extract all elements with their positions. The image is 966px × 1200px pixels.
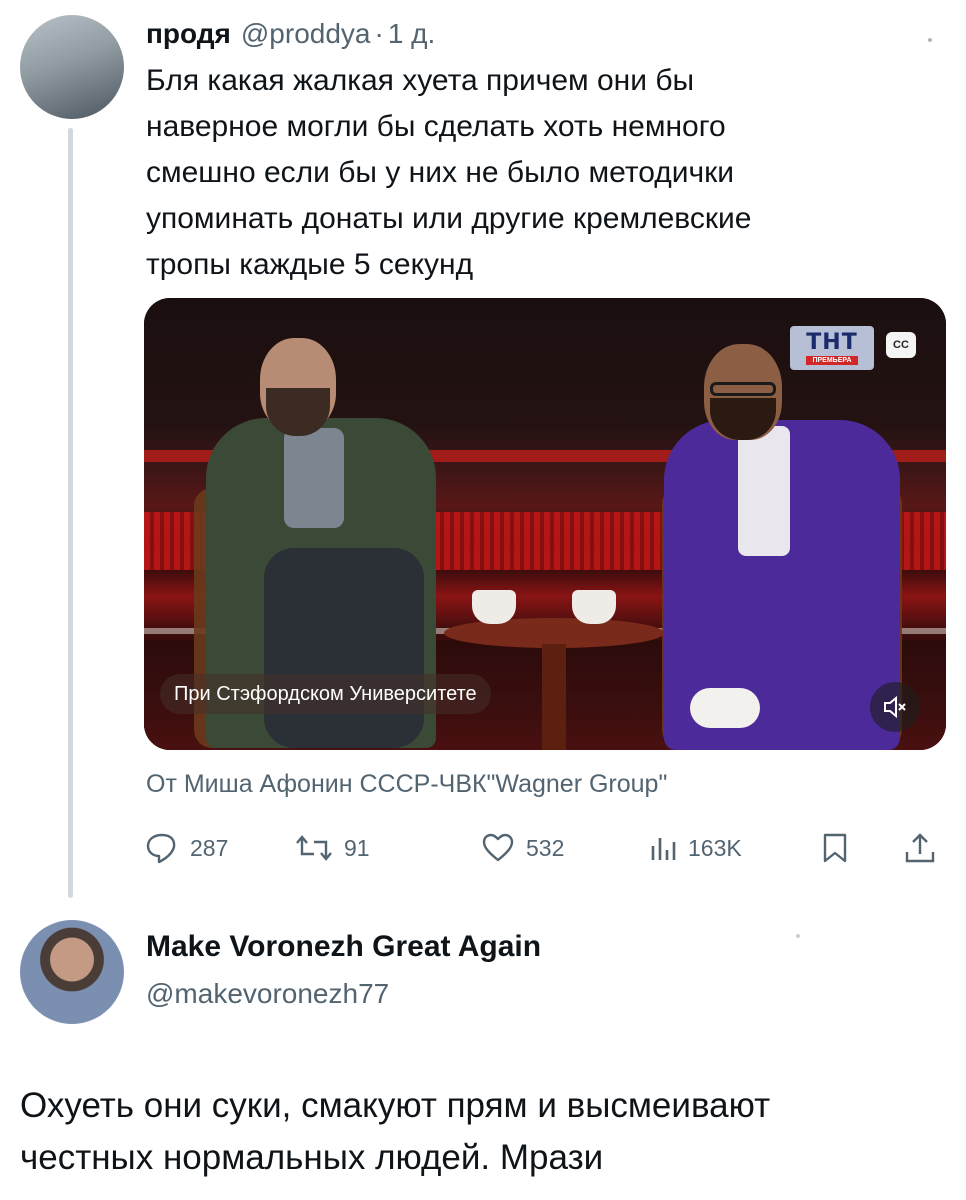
thread-connector-line	[68, 128, 73, 898]
tweet2-text: Охуеть они суки, смакуют прям и высмеива…	[20, 1080, 950, 1184]
tweet1-text-line: смешно если бы у них не было методички	[146, 156, 735, 189]
video-source-attribution[interactable]: От Миша Афонин СССР-ЧВК"Wagner Group"	[146, 770, 667, 799]
tweet1-text-line: тропы каждые 5 секунд	[146, 248, 474, 281]
retweet-icon	[296, 835, 332, 861]
retweet-button[interactable]: 91	[294, 826, 370, 870]
tweet1-author-handle[interactable]: @proddya	[241, 18, 371, 50]
tweet1-text-line: упоминать донаты или другие кремлевские	[146, 202, 752, 235]
tweet1-timestamp[interactable]: 1 д.	[388, 18, 435, 50]
tnt-logo-text: ТНТ	[806, 329, 858, 355]
share-button[interactable]	[902, 826, 938, 870]
video-caption: При Стэфордском Университете	[160, 674, 491, 714]
tweet1-text: Бля какая жалкая хуета причем они бы нав…	[146, 58, 926, 288]
author-avatar-makevoronezh77[interactable]	[20, 920, 124, 1024]
tweet1-author-name[interactable]: продя	[146, 18, 231, 50]
heart-icon	[482, 833, 514, 862]
speaker-muted-icon	[884, 695, 906, 719]
reply-button[interactable]: 287	[144, 826, 228, 870]
tweet1-header: продя @proddya · 1 д.	[146, 18, 435, 54]
reply-icon	[146, 833, 176, 864]
tnt-logo-sublabel: ПРЕМЬЕРА	[806, 355, 858, 365]
host-left-legs	[264, 548, 424, 748]
teacup	[572, 590, 616, 624]
bookmark-icon	[823, 833, 847, 863]
tweet2-author-handle[interactable]: @makevoronezh77	[146, 978, 389, 1010]
more-options-icon[interactable]	[928, 38, 932, 42]
host-right-shirt	[738, 426, 790, 556]
bookmark-button[interactable]	[820, 826, 850, 870]
retweet-count: 91	[344, 834, 370, 861]
views-chart-icon	[651, 838, 676, 860]
views-button[interactable]: 163K	[648, 826, 742, 870]
tweet2-author-name[interactable]: Make Voronezh Great Again	[146, 930, 541, 964]
tweet1-separator: ·	[374, 18, 384, 49]
host-right-glasses	[710, 382, 776, 396]
coffee-table-leg	[542, 644, 566, 750]
tweet2-text-line: честных нормальных людей. Мрази	[20, 1138, 604, 1177]
tweet1-text-line: наверное могли бы сделать хоть немного	[146, 110, 726, 143]
like-button[interactable]: 532	[480, 826, 564, 870]
more-options-icon[interactable]	[796, 934, 800, 938]
author-avatar-proddya[interactable]	[20, 15, 124, 119]
video-player[interactable]: ТНТ ПРЕМЬЕРА CC При Стэфордском Универси…	[144, 298, 946, 750]
mute-button[interactable]	[870, 682, 920, 732]
twitter-thread-screenshot: продя @proddya · 1 д. Бля какая жалкая х…	[0, 0, 966, 1200]
share-icon	[905, 833, 935, 863]
tnt-channel-logo: ТНТ ПРЕМЬЕРА	[790, 326, 874, 370]
host-right-shoe	[690, 688, 760, 728]
teacup	[472, 590, 516, 624]
views-count: 163K	[688, 834, 742, 861]
tweet1-action-bar: 287 91 532 163K	[0, 826, 966, 870]
closed-captions-badge[interactable]: CC	[886, 332, 916, 358]
reply-count: 287	[190, 834, 229, 861]
tweet2-text-line: Охуеть они суки, смакуют прям и высмеива…	[20, 1086, 771, 1125]
host-left-shirt	[284, 428, 344, 528]
like-count: 532	[526, 834, 565, 861]
tweet1-text-line: Бля какая жалкая хуета причем они бы	[146, 64, 695, 97]
